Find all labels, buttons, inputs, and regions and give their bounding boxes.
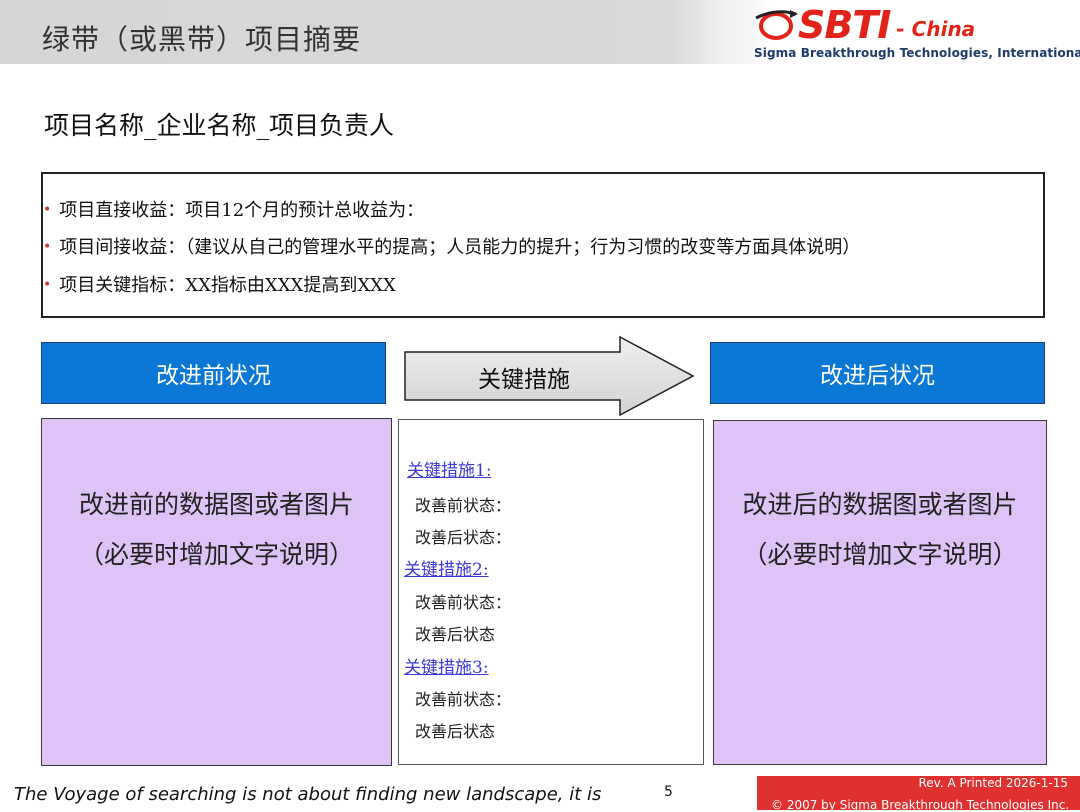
key-measures-label: 关键措施 <box>478 367 570 393</box>
after-panel: 改进后的数据图或者图片 （必要时增加文字说明） <box>713 420 1047 765</box>
before-panel: 改进前的数据图或者图片 （必要时增加文字说明） <box>41 418 392 766</box>
logo-tagline: Sigma Breakthrough Technologies, Interna… <box>754 46 1080 60</box>
benefit-text: 项目间接收益：（建议从自己的管理水平的提高；人员能力的提升；行为习惯的改变等方面… <box>59 237 861 258</box>
after-panel-line2: （必要时增加文字说明） <box>742 540 1018 569</box>
logo-brand-text: SBTI <box>798 3 891 47</box>
measures-panel: 关键措施1: 改善前状态： 改善后状态： 关键措施2: 改善前状态： 改善后状态… <box>398 419 704 765</box>
measure-2-after: 改善后状态 <box>415 625 496 644</box>
bullet-icon: • <box>43 202 52 218</box>
bullet-icon: • <box>43 277 52 293</box>
sbti-logo: SBTI - China Sigma Breakthrough Technolo… <box>752 4 1080 62</box>
benefit-kpi: • 项目关键指标：XX指标由XXX提高到XXX <box>43 271 396 297</box>
measure-2-before: 改善前状态： <box>415 593 512 612</box>
measure-3-before: 改善前状态： <box>415 690 512 709</box>
logo-swoosh-icon <box>755 10 798 40</box>
bullet-icon: • <box>43 239 52 255</box>
measure-2-link[interactable]: 关键措施2: <box>404 555 489 580</box>
measure-1-after: 改善后状态： <box>415 528 512 547</box>
benefit-direct: • 项目直接收益：项目12个月的预计总收益为： <box>43 196 424 222</box>
project-title: 项目名称_企业名称_项目负责人 <box>44 111 395 140</box>
before-panel-line2: （必要时增加文字说明） <box>78 540 354 569</box>
page-title: 绿带（或黑带）项目摘要 <box>42 23 362 56</box>
benefit-indirect: • 项目间接收益：（建议从自己的管理水平的提高；人员能力的提升；行为习惯的改变等方… <box>43 233 860 259</box>
measure-1-before: 改善前状态： <box>415 496 512 515</box>
before-header: 改进前状况 <box>41 342 386 404</box>
logo-main: SBTI - China <box>754 4 975 44</box>
before-panel-line1: 改进前的数据图或者图片 <box>78 490 354 519</box>
footer-quote: The Voyage of searching is not about fin… <box>14 784 602 805</box>
measure-1-link[interactable]: 关键措施1: <box>407 456 492 481</box>
after-panel-line1: 改进后的数据图或者图片 <box>742 490 1018 519</box>
logo-region-text: - China <box>896 17 976 41</box>
measure-3-after: 改善后状态 <box>415 722 496 741</box>
benefit-text: 项目关键指标：XX指标由XXX提高到XXX <box>59 275 396 296</box>
measure-3-link[interactable]: 关键措施3: <box>404 653 489 678</box>
footer-bar: Rev. A Printed 2026-1-15 © 2007 by Sigma… <box>757 776 1080 812</box>
after-header: 改进后状况 <box>710 342 1045 404</box>
benefits-box: • 项目直接收益：项目12个月的预计总收益为： • 项目间接收益：（建议从自己的管理… <box>41 172 1045 318</box>
page-number: 5 <box>664 784 673 800</box>
benefit-text: 项目直接收益：项目12个月的预计总收益为： <box>59 200 425 221</box>
revision-text: Rev. A Printed 2026-1-15 <box>918 776 1068 790</box>
